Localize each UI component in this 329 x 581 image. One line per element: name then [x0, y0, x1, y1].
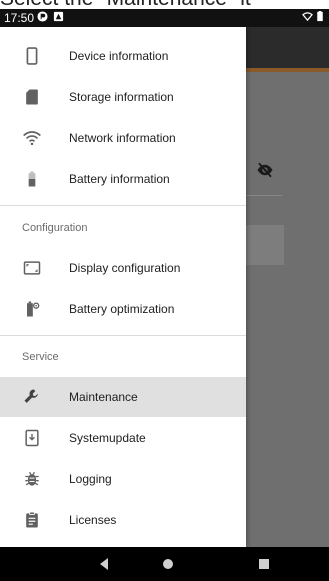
display-icon: [23, 261, 41, 275]
drawer-item-systemupdate[interactable]: Systemupdate: [0, 418, 246, 458]
sd-card-icon: [26, 89, 38, 105]
battery-settings-icon: [27, 301, 40, 317]
drawer-item-label: Logging: [69, 472, 112, 486]
drawer-item-label: Storage information: [69, 90, 174, 104]
drawer-item-device-information[interactable]: Device information: [0, 36, 246, 76]
phone-icon: [26, 47, 38, 65]
system-update-icon: [25, 429, 39, 447]
section-title-configuration: Configuration: [22, 222, 88, 234]
drawer-item-network-information[interactable]: Network information: [0, 118, 246, 158]
instruction-text: Select the "Maintenance" it: [0, 0, 329, 9]
system-navigation-bar: [0, 547, 329, 581]
app-field-underline: [246, 195, 282, 196]
visibility-off-icon: [257, 162, 273, 178]
wifi-icon: [23, 131, 41, 146]
clipboard-icon: [26, 511, 38, 528]
drawer-item-label: Device information: [69, 49, 169, 63]
recents-icon[interactable]: [257, 557, 271, 571]
battery-icon: [28, 171, 36, 187]
app-background-scrim[interactable]: [246, 27, 329, 547]
drawer-item-maintenance[interactable]: Maintenance: [0, 377, 246, 417]
notification-icon: [37, 11, 48, 22]
drawer-item-label: Systemupdate: [69, 431, 146, 445]
drawer-item-label: Battery information: [69, 172, 170, 186]
drawer-item-storage-information[interactable]: Storage information: [0, 77, 246, 117]
navigation-drawer: Device information Storage information N…: [0, 27, 246, 547]
drawer-divider: [0, 335, 246, 336]
drawer-item-battery-information[interactable]: Battery information: [0, 159, 246, 199]
alert-icon: [53, 11, 64, 22]
drawer-divider: [0, 205, 246, 206]
drawer-item-label: Maintenance: [69, 390, 138, 404]
drawer-item-licenses[interactable]: Licenses: [0, 500, 246, 540]
app-button-background: [246, 225, 284, 265]
drawer-item-logging[interactable]: Logging: [0, 459, 246, 499]
drawer-item-display-configuration[interactable]: Display configuration: [0, 248, 246, 288]
home-icon[interactable]: [161, 557, 175, 571]
status-time: 17:50: [4, 11, 35, 25]
bug-icon: [25, 471, 39, 486]
wifi-status-icon: [302, 12, 313, 22]
wrench-icon: [24, 389, 38, 403]
battery-status-icon: [317, 11, 323, 22]
drawer-item-label: Display configuration: [69, 261, 181, 275]
app-toolbar: [246, 27, 329, 72]
drawer-item-label: Licenses: [69, 513, 117, 527]
section-title-service: Service: [22, 351, 59, 363]
back-icon[interactable]: [97, 557, 111, 571]
status-bar: 17:50: [0, 9, 329, 27]
drawer-item-label: Battery optimization: [69, 302, 175, 316]
drawer-item-battery-optimization[interactable]: Battery optimization: [0, 289, 246, 329]
drawer-item-label: Network information: [69, 131, 176, 145]
